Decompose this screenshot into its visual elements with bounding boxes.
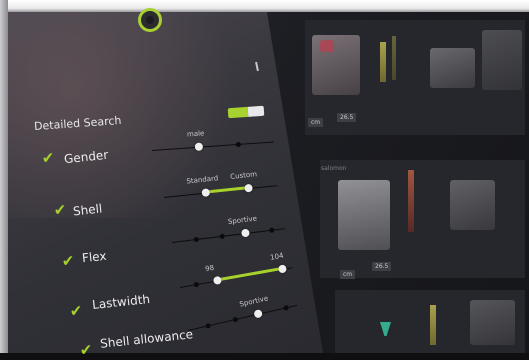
gender-checkbox-icon[interactable]: ✔ <box>39 149 56 168</box>
lastwidth-checkbox-icon[interactable]: ✔ <box>67 302 84 321</box>
toggle-knob[interactable] <box>247 105 265 117</box>
size-value[interactable]: 26.5 <box>372 262 392 271</box>
shell-slider-thumb-min[interactable] <box>201 188 211 198</box>
size-unit: cm <box>340 270 356 279</box>
result-bar <box>430 305 436 345</box>
lastwidth-slider-label-min: 98 <box>204 263 215 274</box>
lastwidth-slider-thumb-min[interactable] <box>212 275 223 286</box>
shell-allowance-checkbox-icon[interactable]: ✔ <box>77 341 94 360</box>
result-bar <box>380 42 386 82</box>
gender-slider-thumb[interactable] <box>194 142 204 151</box>
boot-image[interactable] <box>338 180 390 250</box>
lastwidth-slider-thumb-max[interactable] <box>277 264 288 274</box>
boot-image[interactable] <box>430 48 475 88</box>
result-bar <box>408 170 414 232</box>
shell-slider-range <box>203 186 248 194</box>
monitor-bezel-left <box>0 0 8 353</box>
flex-checkbox-icon[interactable]: ✔ <box>59 252 76 271</box>
result-brand: salomon <box>321 165 347 172</box>
flex-slider-thumb[interactable] <box>240 228 250 238</box>
size-value[interactable]: 26.5 <box>337 113 357 122</box>
monitor-bezel-top <box>0 0 529 12</box>
boot-image-red-detail <box>320 40 334 52</box>
size-unit: cm <box>308 118 324 127</box>
boot-image[interactable] <box>450 180 495 230</box>
shell-allowance-slider-thumb[interactable] <box>253 309 263 319</box>
toggle-fill <box>227 106 249 119</box>
shell-slider-thumb-max[interactable] <box>244 183 253 193</box>
result-bar <box>392 36 396 80</box>
boot-image[interactable] <box>470 300 515 345</box>
boot-image[interactable] <box>482 30 522 90</box>
flex-label: Flex <box>81 248 108 266</box>
shell-checkbox-icon[interactable]: ✔ <box>51 201 68 220</box>
logo-icon[interactable] <box>138 8 162 32</box>
gender-slider-label: male <box>186 129 205 139</box>
